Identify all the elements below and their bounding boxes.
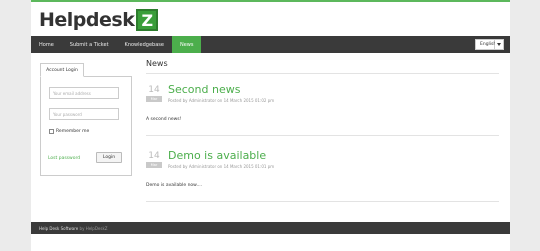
article-meta: Posted by Administrator on 14 March 2015… xyxy=(168,164,275,169)
page-title: News xyxy=(146,59,168,68)
date-month: Mar xyxy=(146,162,162,168)
login-panel: Remember me Lost password Login xyxy=(40,76,132,176)
logo[interactable]: Helpdesk Z xyxy=(39,8,159,32)
chevron-down-icon[interactable] xyxy=(495,39,504,50)
remember-me[interactable]: Remember me xyxy=(49,129,89,134)
remember-checkbox[interactable] xyxy=(49,129,54,134)
email-field[interactable] xyxy=(49,87,119,99)
nav-item-knowledgebase[interactable]: Knowledgebase xyxy=(117,36,172,53)
nav-item-news[interactable]: News xyxy=(171,36,202,53)
article-body: Demo is available now.... xyxy=(146,183,203,188)
footer-credit-link[interactable]: by HelpDeskZ xyxy=(80,226,108,231)
date-block: 14 Mar xyxy=(146,85,162,102)
divider xyxy=(146,135,499,136)
date-block: 14 Mar xyxy=(146,151,162,168)
footer-text: Help Desk Software xyxy=(39,225,79,231)
date-day: 14 xyxy=(148,151,160,161)
lost-password-link[interactable]: Lost password xyxy=(48,156,80,161)
divider xyxy=(146,201,499,202)
article-body: A second news! xyxy=(146,117,182,122)
article-title[interactable]: Second news xyxy=(168,83,240,96)
language-selected-value[interactable]: English xyxy=(475,39,496,50)
language-select[interactable]: English xyxy=(475,39,504,50)
logo-badge: Z xyxy=(136,9,159,31)
article-title[interactable]: Demo is available xyxy=(168,149,266,162)
nav-item-home[interactable]: Home xyxy=(31,36,62,53)
main-content: News 14 Mar Second news Posted by Admini… xyxy=(146,59,499,202)
logo-text: Helpdesk xyxy=(39,9,135,31)
main-nav: Home Submit a Ticket Knowledgebase News xyxy=(31,36,510,53)
password-field[interactable] xyxy=(49,108,119,120)
article-meta: Posted by Administrator on 14 March 2015… xyxy=(168,98,275,103)
tab-account-login[interactable]: Account Login xyxy=(40,63,84,77)
nav-item-submit-ticket[interactable]: Submit a Ticket xyxy=(62,36,117,53)
top-accent-line xyxy=(31,0,510,2)
remember-label: Remember me xyxy=(56,129,90,134)
login-button[interactable]: Login xyxy=(96,152,122,163)
footer: Help Desk Software by HelpDeskZ xyxy=(31,222,510,234)
page-container: Helpdesk Z Home Submit a Ticket Knowledg… xyxy=(31,0,510,251)
divider xyxy=(146,73,499,74)
date-day: 14 xyxy=(148,85,160,95)
date-month: Mar xyxy=(146,96,162,102)
